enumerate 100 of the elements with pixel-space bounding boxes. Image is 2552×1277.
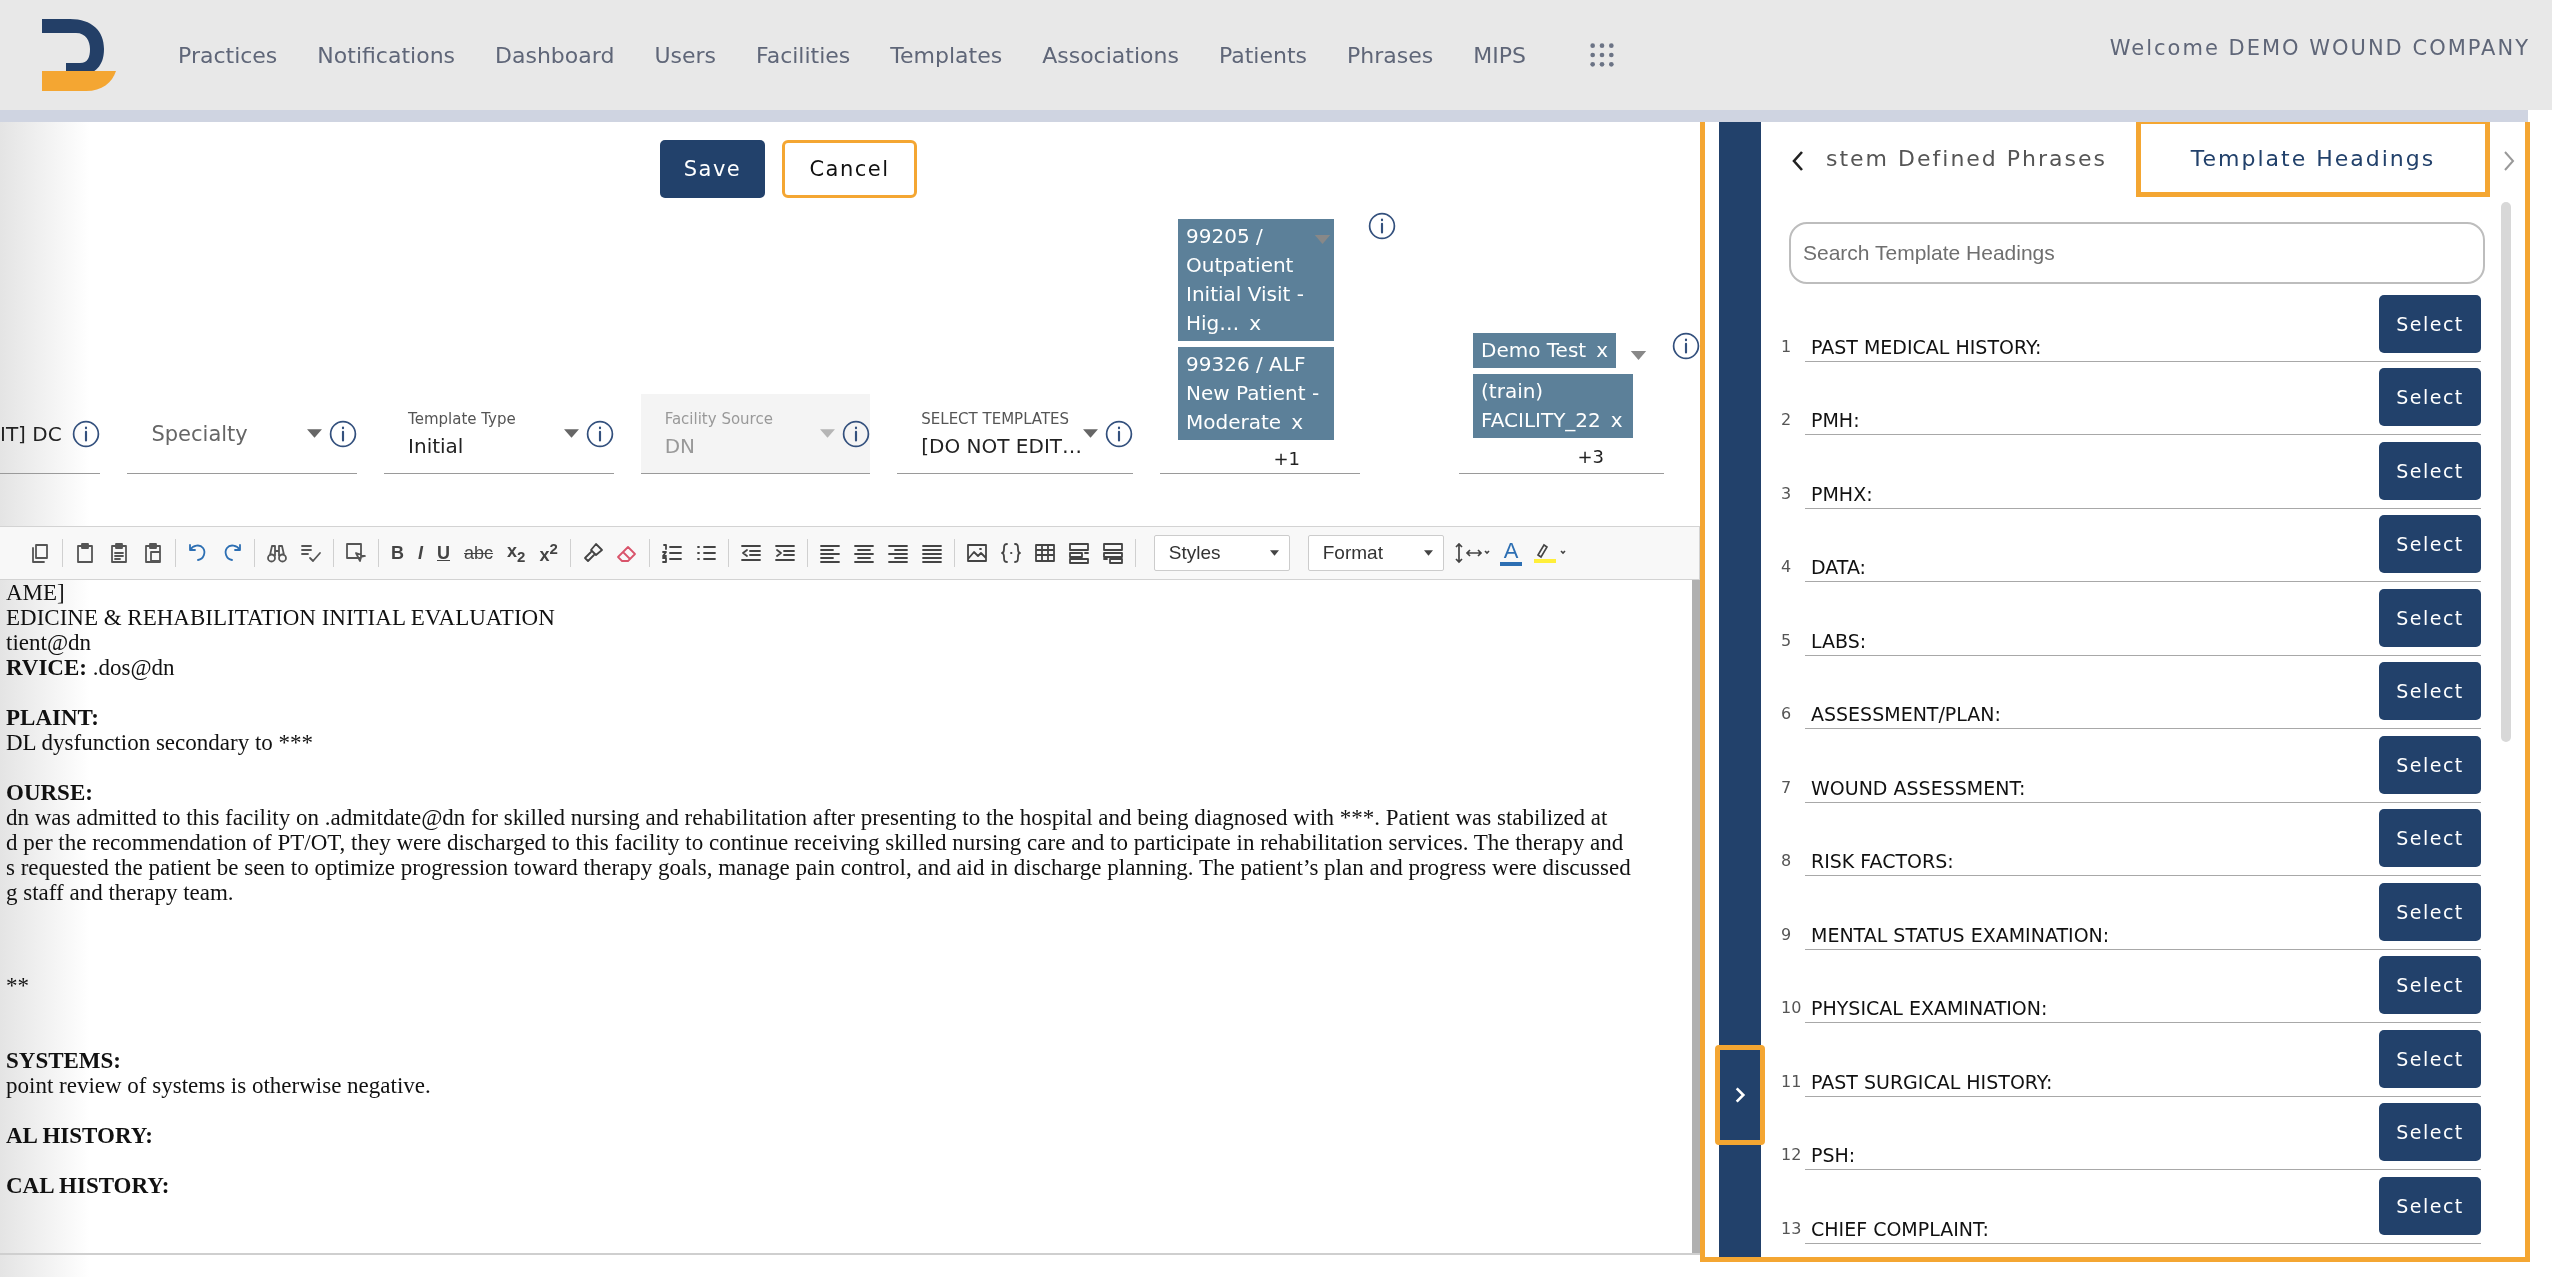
format-button[interactable]: B (389, 542, 406, 564)
select-button[interactable]: Select (2379, 735, 2481, 794)
chip[interactable]: 99205 / Outpatient Initial Visit - Hig… x (1178, 219, 1334, 341)
row-number: 4 (1780, 557, 1793, 578)
info-icon[interactable] (1105, 419, 1133, 448)
document-text: CAL HISTORY: (6, 1173, 171, 1198)
document-text: OURSE: (6, 780, 94, 805)
info-icon[interactable] (329, 419, 358, 448)
form-field[interactable]: IT] DC (0, 394, 101, 474)
heading-label: WOUND ASSESSMENT: (1810, 776, 2026, 801)
document-text: AME] (6, 580, 66, 605)
format-dropdown[interactable]: Format (1307, 535, 1444, 571)
nav-link[interactable]: Patients (1218, 42, 1307, 68)
heading-label: LABS: (1810, 629, 1867, 654)
field-value: [DO NOT EDIT… (921, 433, 1082, 458)
apps-grid-icon[interactable] (1587, 41, 1616, 69)
form-field[interactable]: Template Type Initial (384, 394, 614, 474)
heading-label: PMH: (1810, 409, 1860, 433)
heading-label: PAST SURGICAL HISTORY: (1810, 1070, 2053, 1095)
highlight-icon[interactable] (1532, 541, 1569, 565)
multi-select-field[interactable]: Demo Test x (train) FACILITY_22 x +3 (1459, 212, 1664, 474)
nav-link[interactable]: Users (654, 42, 716, 68)
format-button[interactable]: I (416, 542, 425, 564)
scrollbar[interactable] (1692, 580, 1700, 1253)
nav-link[interactable]: Templates (890, 42, 1003, 68)
nav-link[interactable]: Associations (1042, 42, 1179, 68)
braces-icon[interactable] (998, 541, 1023, 565)
select-button[interactable]: Select (2379, 662, 2481, 720)
dropdown-caret-icon[interactable] (1629, 350, 1648, 361)
info-icon[interactable] (72, 419, 101, 448)
numbered-list-icon[interactable] (659, 541, 684, 565)
select-button[interactable]: Select (2379, 1029, 2481, 1088)
dropdown-caret-icon[interactable] (1082, 428, 1099, 439)
row-number: 12 (1780, 1145, 1803, 1166)
more-count: +3 (1577, 445, 1604, 469)
table-icon[interactable] (1032, 541, 1057, 565)
template-icon[interactable] (1066, 541, 1091, 565)
row-number: 3 (1780, 483, 1793, 505)
nav-link[interactable]: Facilities (756, 42, 851, 68)
select-button[interactable]: Select (2379, 294, 2481, 353)
info-icon[interactable] (1672, 332, 1700, 360)
row-number: 8 (1780, 851, 1793, 872)
field-placeholder: Specialty (151, 421, 249, 446)
nav-link[interactable]: MIPS (1473, 42, 1526, 68)
info-icon[interactable] (585, 419, 614, 448)
field-value: IT] DC (0, 421, 63, 446)
select-button[interactable]: Select (2379, 809, 2481, 867)
nav-link[interactable]: Practices (178, 42, 278, 68)
nav-link[interactable]: Notifications (317, 42, 456, 68)
document-text: tient@dn (6, 630, 93, 655)
cancel-button[interactable]: Cancel (782, 140, 917, 198)
format-button[interactable]: abc (462, 542, 496, 564)
save-button[interactable]: Save (660, 140, 765, 198)
line-height-icon[interactable] (1453, 541, 1490, 565)
heading-label: PMHX: (1810, 482, 1873, 507)
dropdown-caret-icon[interactable] (562, 428, 580, 439)
nav-link[interactable]: Dashboard (495, 42, 615, 68)
select-button[interactable]: Select (2379, 1176, 2481, 1235)
select-button[interactable]: Select (2379, 882, 2481, 941)
select-button[interactable]: Select (2379, 956, 2481, 1014)
multi-select-field[interactable]: 99205 / Outpatient Initial Visit - Hig… x 99326 / ALF New Patient - Moderate x +1 (1160, 212, 1360, 474)
chevron-right-icon[interactable] (2502, 149, 2516, 173)
field-label: Facility Source (664, 409, 774, 428)
nav-link[interactable]: Phrases (1347, 42, 1434, 68)
document-text: point review of systems is otherwise negative. (6, 1073, 432, 1098)
form-field[interactable]: SELECT TEMPLATES [DO NOT EDIT… (897, 394, 1133, 474)
select-all-icon[interactable] (344, 541, 368, 565)
select-button[interactable]: Select (2379, 588, 2481, 647)
chip[interactable]: Demo Test x (1473, 333, 1617, 368)
row-number: 9 (1780, 924, 1793, 946)
format-button[interactable]: x$_{2}$ (505, 541, 528, 565)
chip[interactable]: (train) FACILITY_22 x (1473, 374, 1633, 438)
heading-label: ASSESSMENT/PLAN: (1810, 703, 2001, 727)
form-field[interactable]: Specialty (127, 394, 358, 474)
select-button[interactable]: Select (2379, 1103, 2481, 1161)
chip[interactable]: 99326 / ALF New Patient - Moderate x (1178, 347, 1334, 440)
styles-dropdown[interactable]: Styles (1153, 535, 1290, 571)
panel-tab[interactable]: Template Headings (2136, 122, 2490, 197)
chevron-left-icon[interactable] (1791, 149, 1805, 173)
font-color-button[interactable]: A (1499, 540, 1523, 566)
info-icon[interactable] (1368, 212, 1396, 240)
row-number: 10 (1780, 998, 1803, 1019)
select-button[interactable]: Select (2379, 441, 2481, 500)
search-field[interactable]: Search Template Headings (1789, 222, 2485, 284)
panel-tab[interactable]: stem Defined Phrases (1819, 122, 2114, 197)
collapse-toggle[interactable] (1715, 1045, 1765, 1145)
field-label: Template Type (408, 409, 517, 428)
template-icon[interactable] (1100, 541, 1125, 565)
row-number: 1 (1780, 336, 1793, 358)
heading-label: MENTAL STATUS EXAMINATION: (1810, 923, 2110, 948)
format-button[interactable]: U (435, 542, 452, 564)
select-button[interactable]: Select (2379, 368, 2481, 426)
dropdown-caret-icon[interactable] (306, 428, 324, 439)
document-editor[interactable] (0, 580, 1700, 1255)
caret-icon (1423, 550, 1433, 556)
caret-icon (1269, 550, 1279, 556)
format-button[interactable]: x$^{2}$ (537, 540, 560, 566)
image-icon[interactable] (964, 541, 989, 565)
scrollbar[interactable] (2501, 202, 2511, 742)
select-button[interactable]: Select (2379, 515, 2481, 573)
